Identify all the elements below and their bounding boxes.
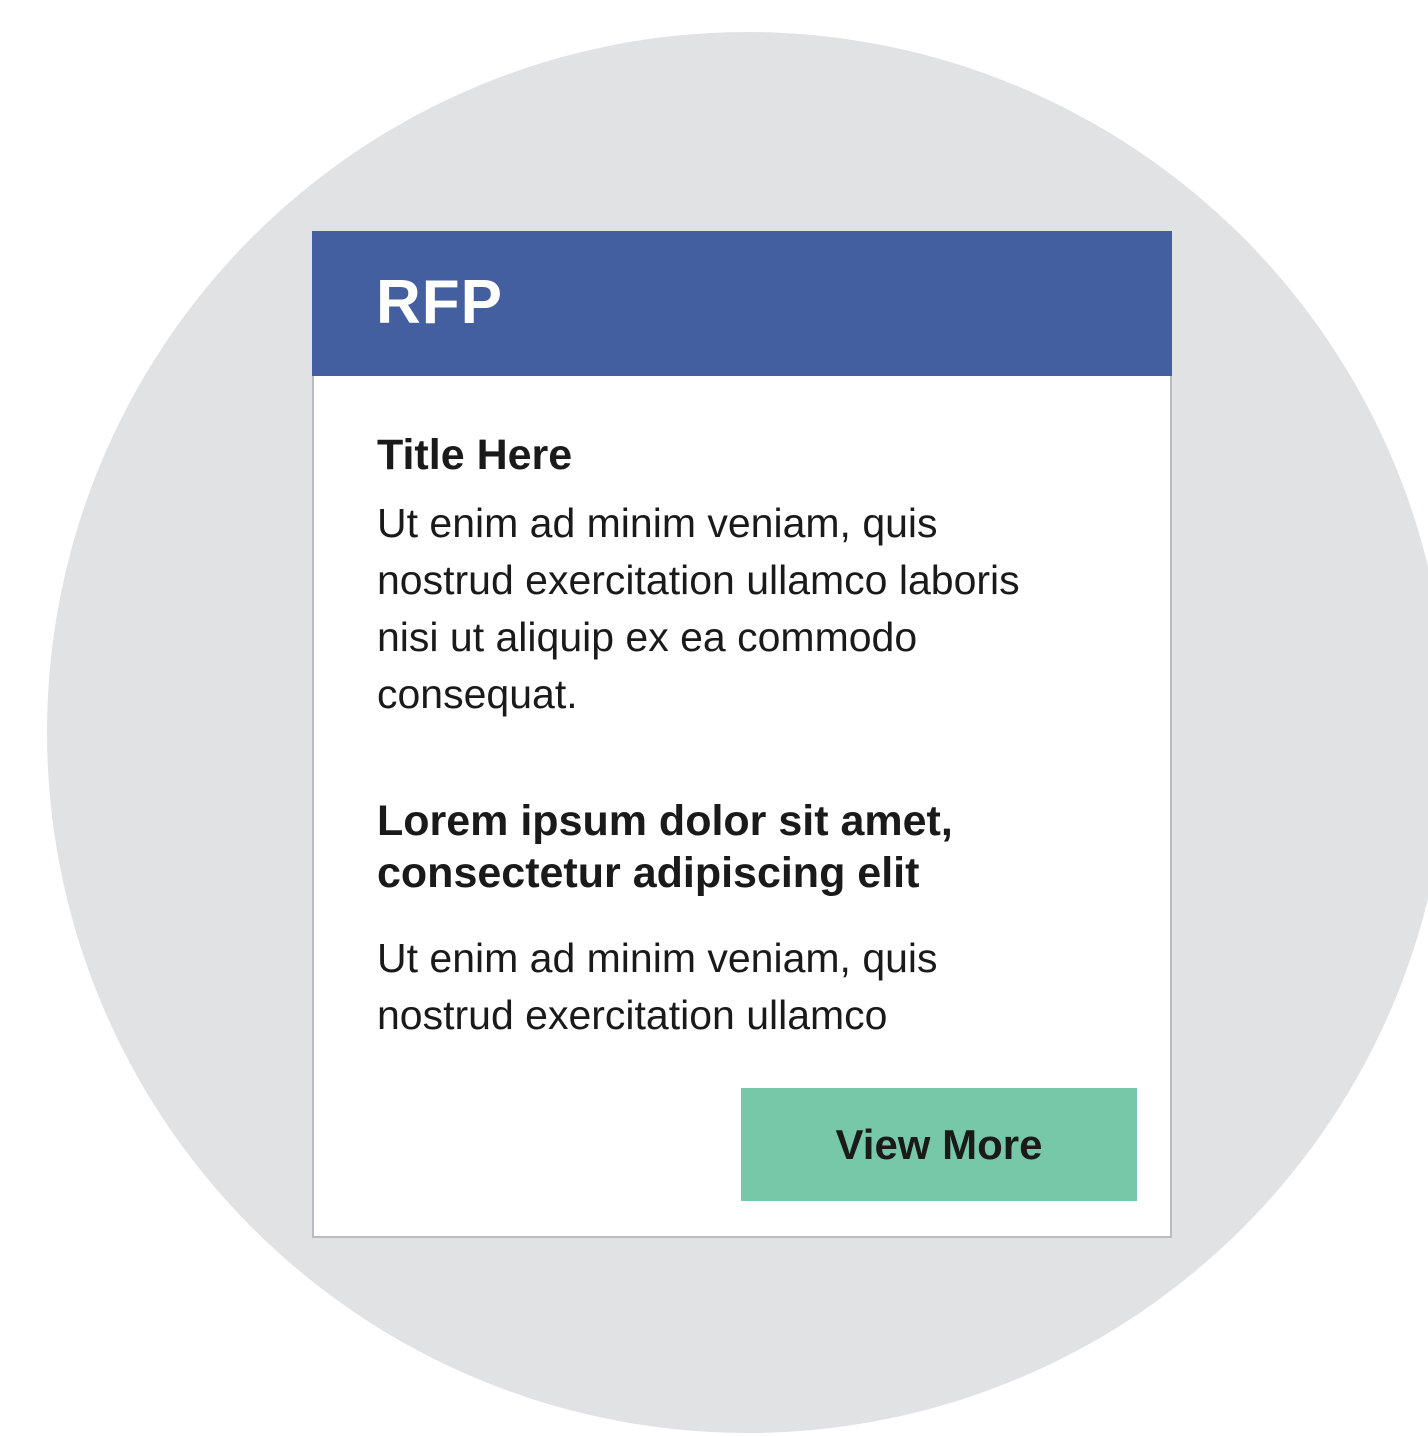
section-title: Title Here — [377, 431, 573, 479]
card-header-title: RFP — [376, 268, 503, 337]
view-more-button[interactable]: View More — [741, 1088, 1137, 1201]
card-header: RFP — [312, 231, 1172, 376]
section-title: Lorem ipsum dolor sit amet, consectetur … — [377, 797, 953, 897]
section-body: Ut enim ad minim veniam, quis nostrud ex… — [377, 935, 938, 1038]
rfp-card: RFP Title Here Ut enim ad minim veniam, … — [312, 231, 1172, 1238]
section-body: Ut enim ad minim veniam, quis nostrud ex… — [377, 500, 1020, 717]
